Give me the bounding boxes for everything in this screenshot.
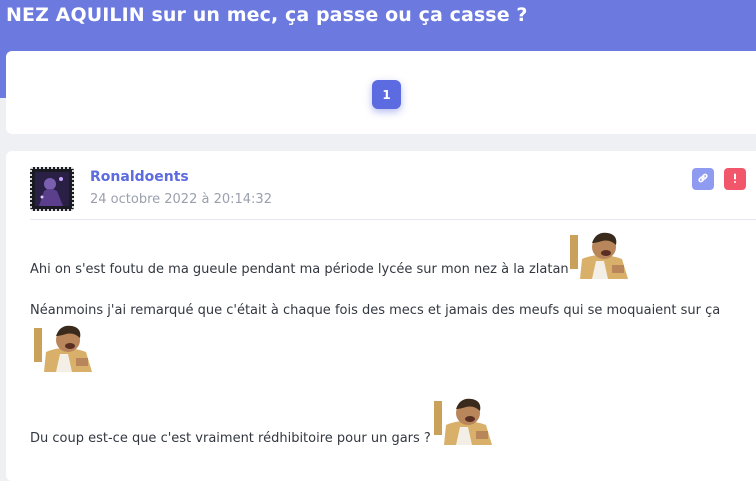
- post-divider: [30, 219, 756, 220]
- post-card: Ronaldoents 24 octobre 2022 à 20:14:32 A…: [6, 151, 756, 481]
- laughing-man-sticker: [570, 232, 628, 279]
- author-name[interactable]: Ronaldoents: [90, 169, 189, 185]
- page-title: NEZ AQUILIN sur un mec, ça passe ou ça c…: [6, 4, 528, 26]
- post-text-line-3: Du coup est-ce que c'est vraiment rédhib…: [30, 431, 431, 446]
- report-button[interactable]: [724, 168, 746, 190]
- laughing-man-sticker: [34, 325, 92, 372]
- link-icon: [697, 172, 709, 187]
- permalink-button[interactable]: [692, 168, 714, 190]
- post-text-line-1: Ahi on s'est foutu de ma gueule pendant …: [30, 262, 569, 277]
- avatar[interactable]: [30, 167, 74, 211]
- laughing-man-sticker: [434, 398, 492, 445]
- post-text-line-2: Néanmoins j'ai remarqué que c'était à ch…: [30, 303, 721, 318]
- page-1-button[interactable]: 1: [372, 80, 401, 109]
- alert-icon: [729, 172, 741, 187]
- post-timestamp: 24 octobre 2022 à 20:14:32: [90, 192, 272, 207]
- pagination-bar: 1: [6, 51, 756, 134]
